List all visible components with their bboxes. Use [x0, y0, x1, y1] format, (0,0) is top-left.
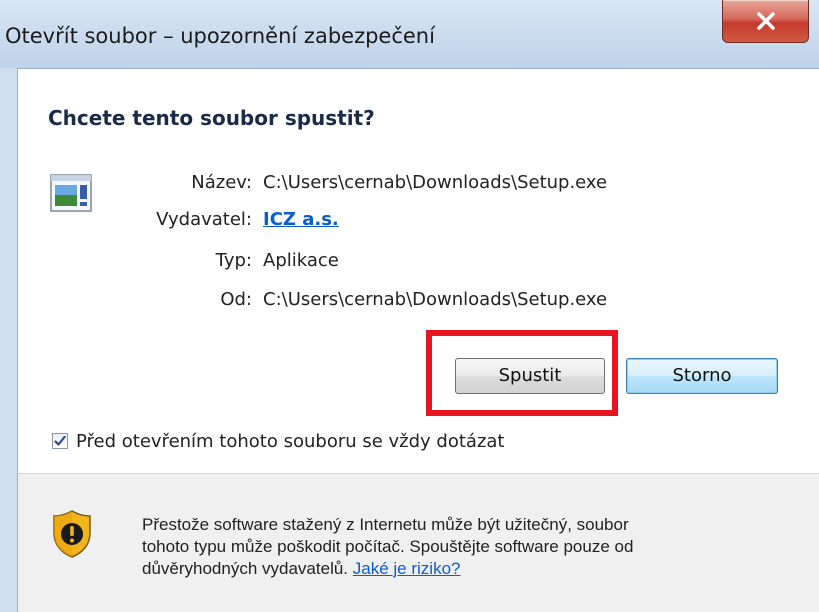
warning-line-3-text: důvěryhodných vydavatelů.: [142, 559, 349, 578]
name-label: Název:: [191, 172, 252, 193]
close-button[interactable]: [722, 0, 809, 43]
warning-line-2: tohoto typu může poškodit počítač. Spouš…: [142, 537, 634, 556]
always-ask-checkbox-label[interactable]: Před otevřením tohoto souboru se vždy do…: [76, 431, 505, 452]
from-value: C:\Users\cernab\Downloads\Setup.exe: [263, 289, 608, 310]
risk-link[interactable]: Jaké je riziko?: [353, 559, 461, 578]
security-warning-text: Přestože software stažený z Internetu mů…: [142, 514, 802, 580]
publisher-label: Vydavatel:: [156, 209, 252, 230]
always-ask-checkbox[interactable]: [52, 433, 68, 449]
security-warning-shield-icon: [51, 509, 93, 564]
run-button[interactable]: Spustit: [455, 358, 605, 394]
close-icon: [757, 12, 775, 30]
dialog-heading: Chcete tento soubor spustit?: [48, 106, 375, 130]
cancel-button[interactable]: Storno: [626, 358, 778, 394]
window-title: Otevřít soubor – upozornění zabezpečení: [5, 24, 435, 48]
title-bar[interactable]: Otevřít soubor – upozornění zabezpečení: [0, 0, 819, 68]
security-warning-dialog: Otevřít soubor – upozornění zabezpečení …: [0, 0, 819, 612]
type-label: Typ:: [215, 250, 252, 271]
warning-line-3: důvěryhodných vydavatelů. Jaké je riziko…: [142, 558, 802, 580]
name-value: C:\Users\cernab\Downloads\Setup.exe: [263, 172, 608, 193]
publisher-link[interactable]: ICZ a.s.: [263, 209, 339, 230]
checkmark-icon: [54, 435, 66, 446]
from-label: Od:: [220, 289, 252, 310]
type-value: Aplikace: [263, 250, 339, 271]
warning-line-1: Přestože software stažený z Internetu mů…: [142, 515, 629, 534]
dialog-content: Chcete tento soubor spustit? Název: C:\U…: [17, 68, 819, 612]
